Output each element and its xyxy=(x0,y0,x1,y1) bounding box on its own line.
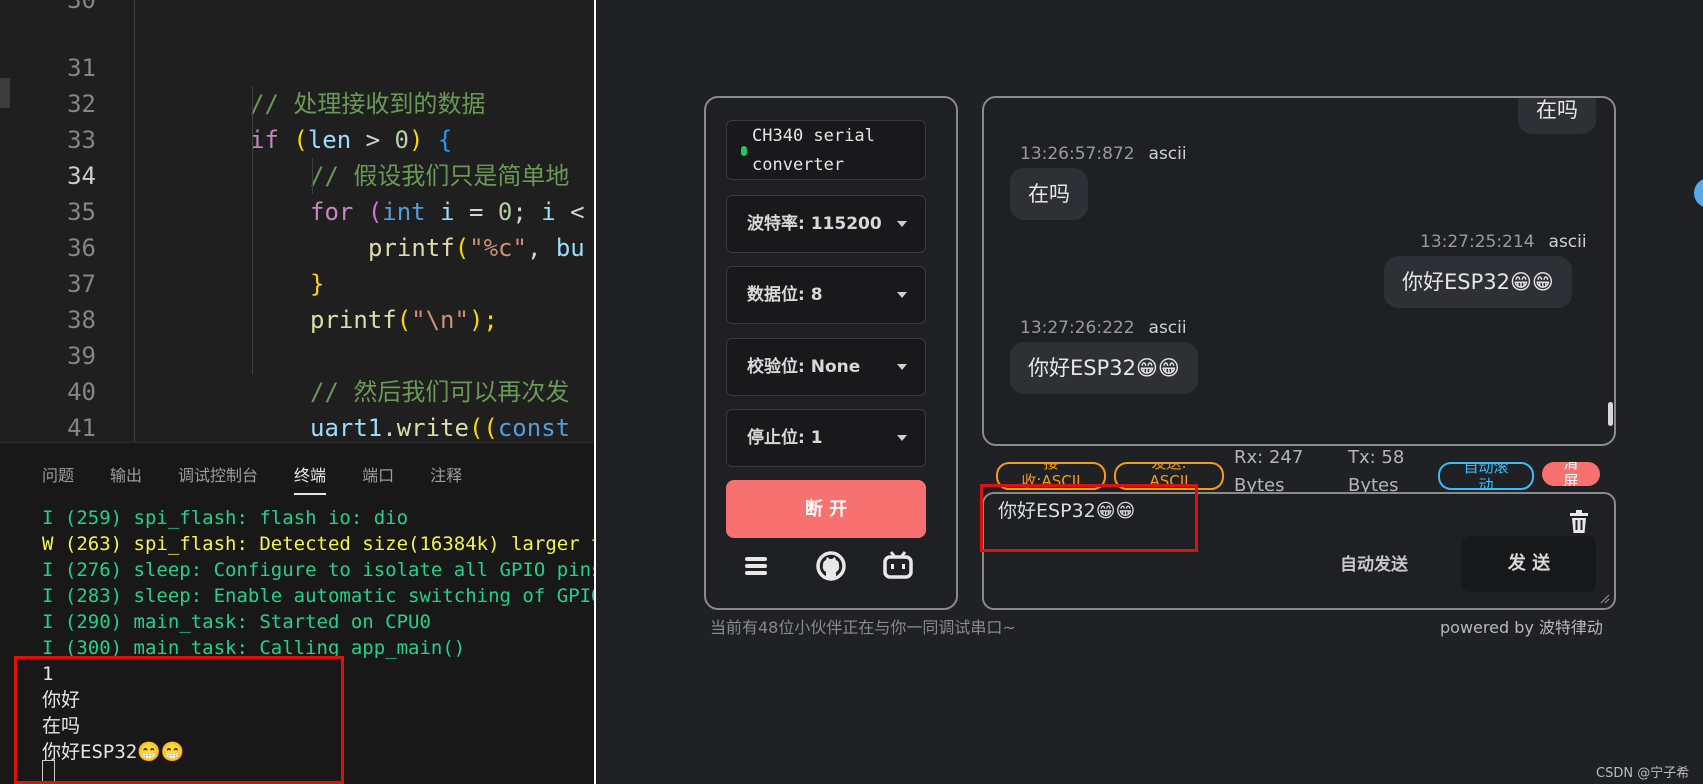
clear-screen-button[interactable]: 清 屏 xyxy=(1542,462,1600,486)
panel-tabs: 问题 输出 调试控制台 终端 端口 注释 xyxy=(42,461,498,495)
receive-mode-label: 接 xyxy=(1043,462,1059,472)
data-bits-label: 数据位: 8 xyxy=(747,285,823,305)
indent-guide xyxy=(134,0,135,442)
message-meta: 13:26:57:872 ascii xyxy=(1020,144,1187,164)
chevron-down-icon xyxy=(897,292,907,298)
code-line: 35 printf("%c", bu xyxy=(67,198,585,262)
indent-guide xyxy=(252,86,253,374)
send-button[interactable]: 发 送 xyxy=(1462,536,1596,592)
chevron-down-icon xyxy=(897,364,907,370)
terminal-log-line: I (290) main_task: Started on CPU0 xyxy=(42,611,431,633)
code-line: 37 printf("\n"); xyxy=(67,270,498,334)
auto-send-toggle[interactable]: 自动发送 xyxy=(1340,550,1408,575)
tab-debug-console[interactable]: 调试控制台 xyxy=(178,461,258,491)
clear-screen-label: 清 xyxy=(1563,462,1579,472)
port-name: CH340 serial converter xyxy=(752,126,875,175)
online-users-text: 当前有48位小伙伴正在与你一同调试串口~ xyxy=(710,618,1016,637)
github-icon[interactable] xyxy=(813,548,849,584)
chevron-down-icon xyxy=(897,221,907,227)
code-line: 41 } xyxy=(67,414,264,478)
disconnect-button[interactable]: 断 开 xyxy=(726,480,926,538)
message-bubble-right: 你好ESP32😁😁 xyxy=(1384,256,1572,308)
autoscroll-toggle[interactable]: 自动滚 动 xyxy=(1438,462,1534,490)
terminal-log-line: I (283) sleep: Enable automatic switchin… xyxy=(42,585,594,607)
code-editor[interactable]: 30 31 // 处理接收到的数据 32 if (len > 0) { 33 /… xyxy=(0,0,594,514)
stop-bits-label: 停止位: 1 xyxy=(747,428,823,448)
message-meta: 13:27:25:214 ascii xyxy=(1420,232,1587,252)
code-line: 31 // 处理接收到的数据 xyxy=(67,54,486,118)
tab-output[interactable]: 输出 xyxy=(110,461,142,491)
tab-problems[interactable]: 问题 xyxy=(42,461,74,491)
watermark: CSDN @宁子希 xyxy=(1596,766,1690,781)
tab-terminal[interactable]: 终端 xyxy=(294,461,327,495)
highlight-box xyxy=(14,656,344,784)
highlight-box xyxy=(980,484,1198,552)
powered-by-text: powered by 波特律动 xyxy=(1440,618,1603,637)
terminal-log-line: W (263) spi_flash: Detected size(16384k)… xyxy=(42,533,594,555)
terminal-log-line: I (276) sleep: Configure to isolate all … xyxy=(42,559,594,581)
code-line: 38 xyxy=(67,306,96,334)
message-log-scrollbar[interactable] xyxy=(1608,402,1613,426)
menu-icon[interactable] xyxy=(738,548,774,584)
chevron-down-icon xyxy=(897,435,907,441)
message-bubble-left: 在吗 xyxy=(1010,168,1088,220)
code-line: 40 uart1.write((const xyxy=(67,378,571,442)
parity-label: 校验位: None xyxy=(747,357,861,377)
send-mode-label: 发送: xyxy=(1151,462,1187,472)
message-bubble-right: 在吗 xyxy=(1518,98,1596,134)
tab-comments[interactable]: 注释 xyxy=(430,461,462,491)
code-line: 32 if (len > 0) { xyxy=(67,90,453,154)
data-bits-select[interactable]: 数据位: 8 xyxy=(726,266,926,324)
indent-guide xyxy=(312,158,313,194)
message-meta: 13:27:26:222 ascii xyxy=(1020,318,1187,338)
message-log[interactable]: 在吗 13:26:57:872 ascii 在吗 13:27:25:214 asci… xyxy=(982,96,1616,446)
clear-screen-label: 屏 xyxy=(1563,472,1579,486)
code-line: 33 // 假设我们只是简单地 xyxy=(67,126,570,190)
trash-icon[interactable] xyxy=(1568,510,1590,534)
terminal-log-line: I (259) spi_flash: flash io: dio xyxy=(42,507,409,529)
autoscroll-label: 动 xyxy=(1478,476,1494,490)
message-bubble-left: 你好ESP32😁😁 xyxy=(1010,342,1198,394)
code-line: 36 } xyxy=(67,234,325,298)
autoscroll-label: 自动滚 xyxy=(1463,462,1509,476)
resize-handle-icon[interactable] xyxy=(1600,594,1610,604)
bilibili-icon[interactable] xyxy=(880,548,916,584)
code-line: 42 } xyxy=(0,410,594,514)
vscode-pane: 30 31 // 处理接收到的数据 32 if (len > 0) { 33 /… xyxy=(0,0,594,784)
connected-status-dot xyxy=(741,146,747,156)
tab-ports[interactable]: 端口 xyxy=(362,461,394,491)
baud-rate-label: 波特率: 115200 xyxy=(747,214,882,234)
baud-rate-select[interactable]: 波特率: 115200 xyxy=(726,195,926,253)
code-line: 39 // 然后我们可以再次发 xyxy=(67,342,570,406)
parity-select[interactable]: 校验位: None xyxy=(726,338,926,396)
code-line-active: 34 for (int i = 0; i < xyxy=(67,162,585,226)
stop-bits-select[interactable]: 停止位: 1 xyxy=(726,409,926,467)
